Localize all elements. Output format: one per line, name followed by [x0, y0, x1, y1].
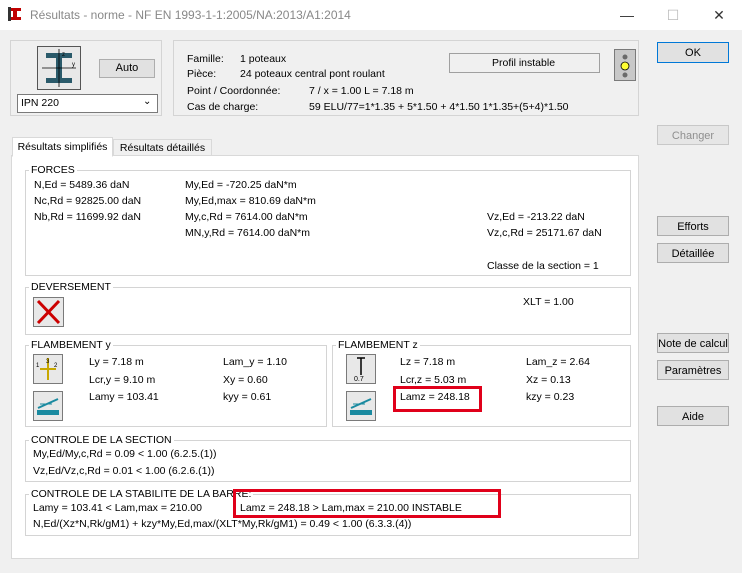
forces-title: FORCES [29, 164, 77, 176]
kyy-value: kyy = 0.61 [223, 391, 272, 403]
chevron-down-icon: ⌄ [143, 96, 152, 107]
stability-check-line: Lamy = 103.41 < Lam,max = 210.00 [33, 502, 202, 514]
minimize-button[interactable]: — [612, 5, 642, 25]
famille-label: Famille: [187, 53, 224, 65]
forces-value: Vz,Ed = -213.22 daN [487, 211, 585, 223]
status-field: Profil instable [449, 53, 600, 73]
forces-value: Nb,Rd = 11699.92 daN [34, 211, 141, 223]
forces-value: My,Ed,max = 810.69 daN*m [185, 195, 316, 207]
instable-highlight-box [233, 489, 501, 518]
parametres-button[interactable]: Paramètres [657, 360, 729, 380]
classe-section: Classe de la section = 1 [487, 260, 599, 272]
status-text: Profil instable [492, 57, 556, 69]
svg-text:2: 2 [54, 363, 58, 369]
piece-value: 24 poteaux central pont roulant [240, 68, 385, 80]
section-select-value: IPN 220 [21, 97, 59, 109]
maximize-button[interactable]: ☐ [658, 5, 688, 25]
cross-icon[interactable] [33, 297, 64, 327]
lam-y-value: Lam_y = 1.10 [223, 356, 287, 368]
lamy-value: Lamy = 103.41 [89, 391, 159, 403]
buckling-z-icon[interactable]: 0.7 [346, 354, 376, 384]
note-de-calcul-button[interactable]: Note de calcul [657, 333, 729, 353]
xy-value: Xy = 0.60 [223, 374, 268, 386]
deversement-group [25, 287, 631, 335]
lz-value: Lz = 7.18 m [400, 356, 456, 368]
svg-text:y: y [72, 62, 75, 68]
forces-value: Nc,Rd = 92825.00 daN [34, 195, 142, 207]
svg-text:1: 1 [36, 363, 40, 369]
cas-value: 59 ELU/77=1*1.35 + 5*1.50 + 4*1.50 1*1.3… [309, 101, 569, 113]
tab-resultats-simplifies[interactable]: Résultats simplifiés [12, 137, 113, 157]
i-beam-section-icon[interactable]: z y [37, 46, 81, 90]
flambement-z-title: FLAMBEMENT z [336, 339, 420, 351]
point-value: 7 / x = 1.00 L = 7.18 m [309, 85, 414, 97]
buckling-z-factor: 0.7 [354, 376, 364, 383]
xz-value: Xz = 0.13 [526, 374, 571, 386]
tab-resultats-detailles[interactable]: Résultats détaillés [113, 139, 212, 156]
forces-value: My,Ed = -720.25 daN*m [185, 179, 297, 191]
changer-button[interactable]: Changer [657, 125, 729, 145]
app-icon [8, 7, 22, 21]
famille-value: 1 poteaux [240, 53, 287, 65]
controle-stabilite-title: CONTROLE DE LA STABILITE DE LA BARRE: [29, 488, 254, 500]
forces-value: N,Ed = 5489.36 daN [34, 179, 130, 191]
forces-value: My,c,Rd = 7614.00 daN*m [185, 211, 308, 223]
controle-section-title: CONTROLE DE LA SECTION [29, 434, 174, 446]
svg-text:3: 3 [46, 359, 50, 365]
traffic-light-icon [614, 49, 636, 81]
section-select[interactable]: IPN 220 ⌄ [17, 94, 158, 113]
ok-button[interactable]: OK [657, 42, 729, 63]
ly-value: Ly = 7.18 m [89, 356, 144, 368]
stability-check-line: N,Ed/(Xz*N,Rk/gM1) + kzy*My,Ed,max/(XLT*… [33, 518, 412, 530]
flambement-y-title: FLAMBEMENT y [29, 339, 113, 351]
xlt-value: XLT = 1.00 [523, 296, 574, 308]
lcr-z-value: Lcr,z = 5.03 m [400, 374, 467, 386]
aide-button[interactable]: Aide [657, 406, 729, 426]
support-y-icon[interactable] [33, 391, 63, 421]
lam-z-value: Lam_z = 2.64 [526, 356, 590, 368]
piece-label: Pièce: [187, 68, 217, 80]
detaillee-button[interactable]: Détaillée [657, 243, 729, 263]
auto-button[interactable]: Auto [99, 59, 155, 78]
support-z-icon[interactable] [346, 391, 376, 421]
lamz-highlight-box [393, 386, 482, 412]
window-title: Résultats - norme - NF EN 1993-1-1:2005/… [30, 8, 351, 22]
section-check-line: My,Ed/My,c,Rd = 0.09 < 1.00 (6.2.5.(1)) [33, 448, 217, 460]
kzy-value: kzy = 0.23 [526, 391, 575, 403]
forces-value: MN,y,Rd = 7614.00 daN*m [185, 227, 310, 239]
svg-text:z: z [62, 52, 65, 58]
deversement-title: DEVERSEMENT [29, 281, 113, 293]
section-check-line: Vz,Ed/Vz,c,Rd = 0.01 < 1.00 (6.2.6.(1)) [33, 465, 215, 477]
point-label: Point / Coordonnée: [187, 85, 281, 97]
forces-value: Vz,c,Rd = 25171.67 daN [487, 227, 602, 239]
close-button[interactable]: ✕ [704, 5, 734, 25]
efforts-button[interactable]: Efforts [657, 216, 729, 236]
title-bar: Résultats - norme - NF EN 1993-1-1:2005/… [0, 0, 742, 30]
lcr-y-value: Lcr,y = 9.10 m [89, 374, 156, 386]
buckling-y-icon[interactable]: 1 23 [33, 354, 63, 384]
cas-label: Cas de charge: [187, 101, 259, 113]
